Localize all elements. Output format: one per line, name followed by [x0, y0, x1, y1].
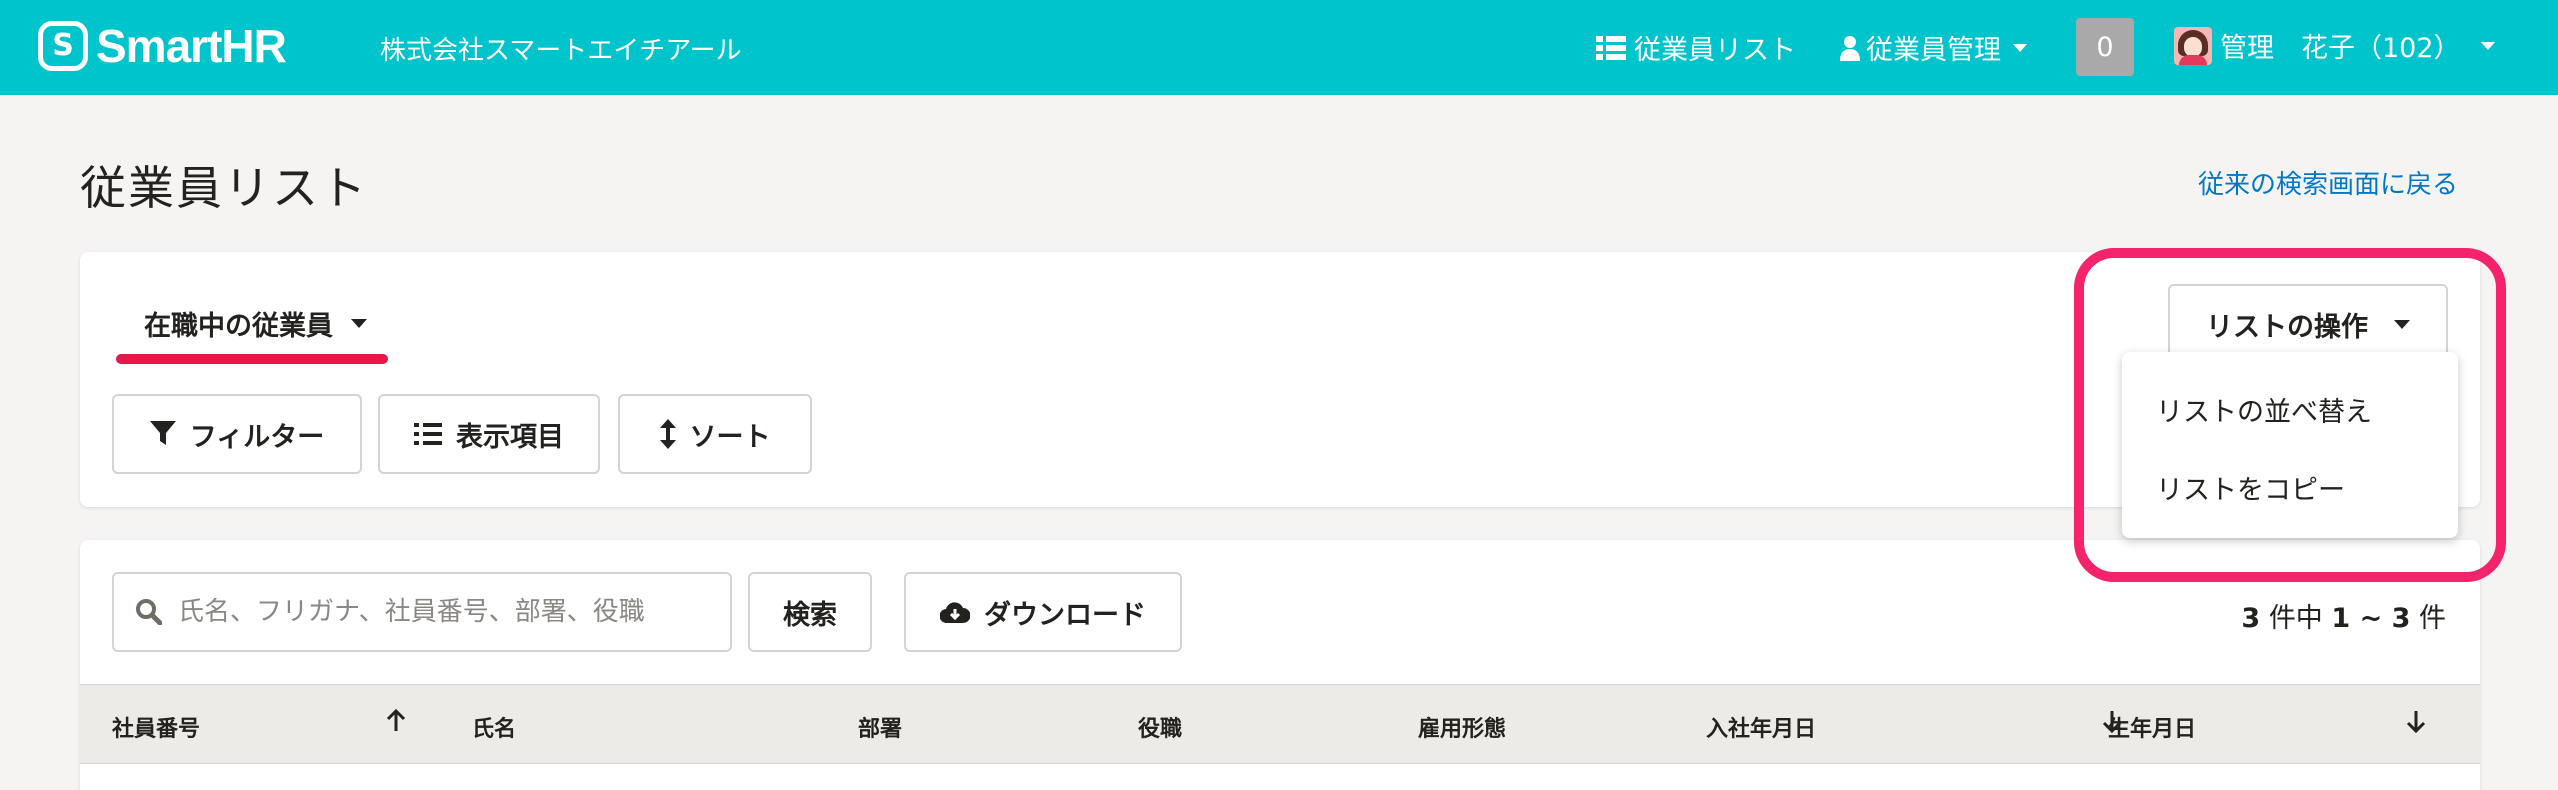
logo-text: SmartHR	[96, 20, 287, 72]
column-hire-date[interactable]: 入社年月日	[1706, 711, 1816, 743]
columns-button-label: 表示項目	[456, 421, 564, 453]
download-button-label: ダウンロード	[984, 599, 1146, 631]
sort-arrows-icon	[659, 419, 676, 449]
column-department[interactable]: 部署	[858, 711, 902, 743]
tab-active-employees[interactable]: 在職中の従業員	[144, 304, 367, 343]
nav-employee-management[interactable]: 従業員管理	[1840, 28, 2027, 67]
page-title: 従業員リスト	[80, 161, 368, 215]
notification-badge[interactable]: 0	[2076, 18, 2134, 76]
search-field[interactable]	[112, 572, 732, 652]
search-button-label: 検索	[783, 599, 837, 631]
column-employment-type[interactable]: 雇用形態	[1418, 711, 1506, 743]
column-employee-number[interactable]: 社員番号	[112, 711, 200, 743]
active-tab-indicator	[116, 354, 388, 364]
filter-button[interactable]: フィルター	[112, 394, 362, 474]
nav-employee-list[interactable]: 従業員リスト	[1596, 28, 1796, 67]
result-total: 3	[2241, 603, 2261, 634]
search-input[interactable]	[178, 597, 698, 627]
back-to-old-search-link[interactable]: 従来の検索画面に戻る	[2198, 164, 2458, 201]
result-count-suffix: 件	[2419, 603, 2446, 634]
chevron-down-icon	[2480, 41, 2495, 50]
search-button[interactable]: 検索	[748, 572, 872, 652]
chevron-down-icon	[2013, 43, 2027, 52]
nav-employee-management-label: 従業員管理	[1866, 35, 2001, 66]
columns-button[interactable]: 表示項目	[378, 394, 600, 474]
avatar	[2174, 26, 2212, 65]
app-header: S SmartHR 株式会社スマートエイチアール 従業員リスト 従業員管理 0 …	[0, 0, 2558, 95]
table-header: 社員番号 氏名 部署 役職 雇用形態 入社年月日 生年月日	[80, 684, 2480, 764]
download-button[interactable]: ダウンロード	[904, 572, 1182, 652]
user-name: 管理 花子（102）	[2220, 33, 2461, 64]
user-menu[interactable]: 管理 花子（102）	[2174, 26, 2495, 65]
list-icon	[1596, 35, 1626, 60]
result-range: 1 ~ 3	[2331, 603, 2411, 634]
tab-active-employees-label: 在職中の従業員	[144, 311, 333, 342]
sort-ascending-icon[interactable]	[386, 708, 406, 737]
sort-button-label: ソート	[689, 421, 771, 453]
smarthr-logo[interactable]: S SmartHR	[38, 20, 287, 72]
user-icon	[1840, 35, 1860, 61]
result-count: 3 件中 1 ~ 3 件	[2241, 596, 2446, 635]
search-icon	[136, 599, 162, 625]
logo-mark-icon: S	[38, 21, 88, 71]
company-name: 株式会社スマートエイチアール	[380, 36, 742, 66]
highlight-annotation	[2074, 248, 2506, 582]
filter-button-label: フィルター	[189, 421, 325, 453]
filter-icon	[149, 421, 176, 445]
sort-button[interactable]: ソート	[618, 394, 812, 474]
column-position[interactable]: 役職	[1138, 711, 1182, 743]
chevron-down-icon	[351, 319, 367, 328]
column-name[interactable]: 氏名	[472, 711, 516, 743]
sort-descending-icon[interactable]	[2406, 709, 2426, 737]
result-count-mid: 件中	[2268, 603, 2323, 634]
cloud-download-icon	[940, 602, 970, 623]
column-birth-date[interactable]: 生年月日	[2108, 711, 2196, 743]
nav-employee-list-label: 従業員リスト	[1634, 35, 1796, 66]
list-bullets-icon	[414, 423, 442, 445]
